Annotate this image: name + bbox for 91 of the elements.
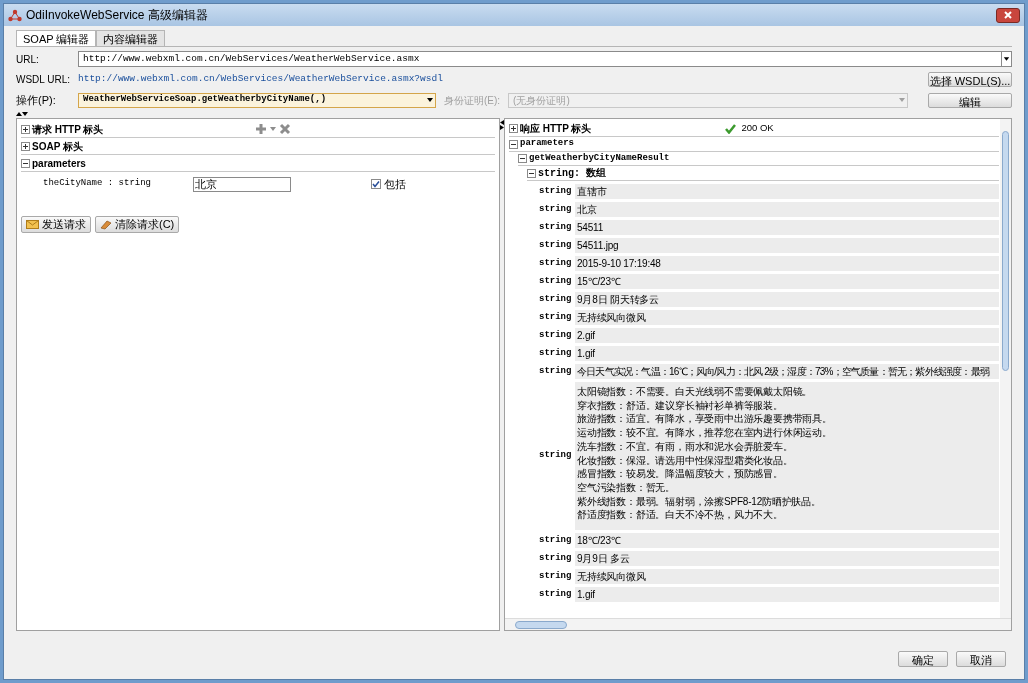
value-text: 54511 bbox=[577, 220, 605, 235]
ok-button[interactable]: 确定 bbox=[898, 651, 948, 667]
tree-node[interactable]: string: 数组 bbox=[538, 165, 606, 181]
value-text: 2015-9-10 17:19:48 bbox=[577, 256, 662, 271]
value-text: 北京 bbox=[577, 202, 598, 217]
parameter-value-field[interactable]: 北京 bbox=[193, 176, 291, 192]
value-text: 今日天气实况：气温：16℃；风向/风力：北风 2级；湿度：73%；空气质量：暂无；紫外线强度：最弱 bbox=[577, 364, 991, 379]
value-type: string bbox=[539, 346, 573, 360]
envelope-icon bbox=[26, 220, 39, 229]
value-text: 9月9日 多云 bbox=[577, 551, 631, 566]
value-text: 空气污染指数：暂无。 bbox=[577, 480, 676, 495]
value-text: 无持续风向微风 bbox=[577, 569, 647, 584]
value-text: 舒适度指数：舒适。白天不冷不热，风力不大。 bbox=[577, 508, 784, 523]
add-icon[interactable] bbox=[255, 123, 268, 135]
section-header[interactable]: parameters bbox=[32, 155, 86, 171]
field-label: 操作(P): bbox=[16, 92, 57, 108]
horizontal-scrollbar[interactable] bbox=[505, 618, 1011, 630]
value-text: 9月8日 阴天转多云 bbox=[577, 292, 660, 307]
value-type: string bbox=[539, 310, 573, 324]
window-title: OdiInvokeWebService 高级编辑器 bbox=[26, 7, 208, 24]
tree-node[interactable]: getWeatherbyCityNameResult bbox=[529, 151, 670, 166]
close-button[interactable] bbox=[996, 7, 1020, 23]
wsdl-link[interactable]: http://www.webxml.com.cn/WebServices/WeatherWebService.asmx?wsdl bbox=[78, 71, 443, 87]
value-type: string bbox=[539, 184, 573, 198]
scroll-thumb-icon[interactable] bbox=[1002, 131, 1009, 371]
expand-icon[interactable] bbox=[21, 124, 30, 134]
field-label: 身份证明(E): bbox=[444, 93, 501, 108]
parameter-name: theCityName : string bbox=[43, 177, 153, 191]
expand-icon[interactable] bbox=[509, 124, 518, 133]
value-text: 旅游指数：适宜。有降水，享受雨中出游乐趣要携带雨具。 bbox=[577, 412, 833, 427]
value-text: 15℃/23℃ bbox=[577, 274, 622, 289]
value-type: string bbox=[539, 533, 573, 547]
collapse-icon[interactable] bbox=[509, 139, 518, 149]
checkbox[interactable] bbox=[371, 179, 381, 189]
value-type: string bbox=[539, 328, 573, 342]
dropdown-arrow-icon[interactable] bbox=[1001, 52, 1011, 66]
eraser-icon bbox=[100, 219, 112, 230]
value-text: 无持续风向微风 bbox=[577, 310, 647, 325]
value-text: 直辖市 bbox=[577, 184, 608, 199]
operation-dropdown[interactable]: WeatherWebServiceSoap.getWeatherbyCityName(,) bbox=[78, 92, 436, 108]
section-header[interactable]: 请求 HTTP 标头 bbox=[32, 121, 104, 137]
value-text: 1.gif bbox=[577, 587, 596, 602]
tree-node[interactable]: parameters bbox=[520, 137, 574, 151]
checkbox-label: 包括 bbox=[384, 176, 406, 192]
clear-request-button[interactable]: 清除请求(C) bbox=[95, 216, 180, 233]
value-text: 2.gif bbox=[577, 328, 596, 343]
value-type: string bbox=[539, 256, 573, 270]
section-header[interactable]: 响应 HTTP 标头 bbox=[520, 121, 592, 136]
value-text: 紫外线指数：最弱。辐射弱，涂擦SPF8-12防晒护肤品。 bbox=[577, 494, 822, 509]
app-logo-icon bbox=[8, 8, 22, 22]
select-wsdl-button[interactable]: 选择 WSDL(S)... bbox=[928, 71, 1012, 87]
value-type: string bbox=[539, 202, 573, 216]
value-text: 1.gif bbox=[577, 346, 596, 361]
value-type: string bbox=[539, 274, 573, 288]
value-type: string bbox=[539, 551, 573, 565]
value-type: string bbox=[539, 569, 573, 583]
value-text: 感冒指数：较易发。降温幅度较大，预防感冒。 bbox=[577, 467, 784, 481]
value-text: 54511.jpg bbox=[577, 238, 620, 253]
status-text: 200 OK bbox=[741, 121, 774, 136]
check-icon bbox=[725, 123, 737, 134]
vertical-scrollbar[interactable] bbox=[1000, 119, 1011, 618]
field-label: URL: bbox=[16, 52, 40, 67]
value-text: 穿衣指数：舒适。建议穿长袖衬衫单裤等服装。 bbox=[577, 398, 784, 413]
value-type: string bbox=[539, 292, 573, 306]
value-text: 运动指数：较不宜。有降水，推荐您在室内进行休闲运动。 bbox=[577, 426, 833, 440]
scroll-thumb-icon[interactable] bbox=[515, 620, 567, 629]
value-type: string bbox=[539, 220, 573, 234]
value-text: 太阳镜指数：不需要。白天光线弱不需要佩戴太阳镜。 bbox=[577, 385, 814, 399]
tab[interactable]: 内容编辑器 bbox=[96, 30, 166, 46]
expand-icon[interactable] bbox=[21, 141, 30, 151]
tab[interactable]: SOAP 编辑器 bbox=[16, 30, 97, 46]
value-text: 化妆指数：保湿。请选用中性保湿型霜类化妆品。 bbox=[577, 453, 794, 468]
close-icon bbox=[1004, 11, 1012, 19]
edit-button[interactable]: 编辑 bbox=[928, 92, 1012, 108]
delete-icon[interactable] bbox=[279, 123, 292, 135]
value-type: string bbox=[539, 449, 573, 463]
splitter-arrows-icon[interactable] bbox=[500, 120, 504, 130]
section-header[interactable]: SOAP 标头 bbox=[32, 138, 83, 154]
value-type: string bbox=[539, 587, 573, 601]
value-text: 洗车指数：不宜。有雨，雨水和泥水会弄脏爱车。 bbox=[577, 439, 794, 454]
cancel-button[interactable]: 取消 bbox=[956, 651, 1006, 667]
send-request-button[interactable]: 发送请求 bbox=[21, 216, 91, 233]
collapse-icon[interactable] bbox=[518, 154, 527, 163]
splitter-arrows-icon[interactable] bbox=[16, 111, 28, 117]
value-type: string bbox=[539, 238, 573, 252]
value-type: string bbox=[539, 364, 573, 378]
field-label: WSDL URL: bbox=[16, 72, 70, 87]
value-text: 18℃/23℃ bbox=[577, 533, 622, 548]
collapse-icon[interactable] bbox=[21, 158, 30, 168]
collapse-icon[interactable] bbox=[527, 168, 536, 178]
url-combo-box[interactable]: http://www.webxml.com.cn/WebServices/WeatherWebService.asmx bbox=[78, 51, 1012, 67]
